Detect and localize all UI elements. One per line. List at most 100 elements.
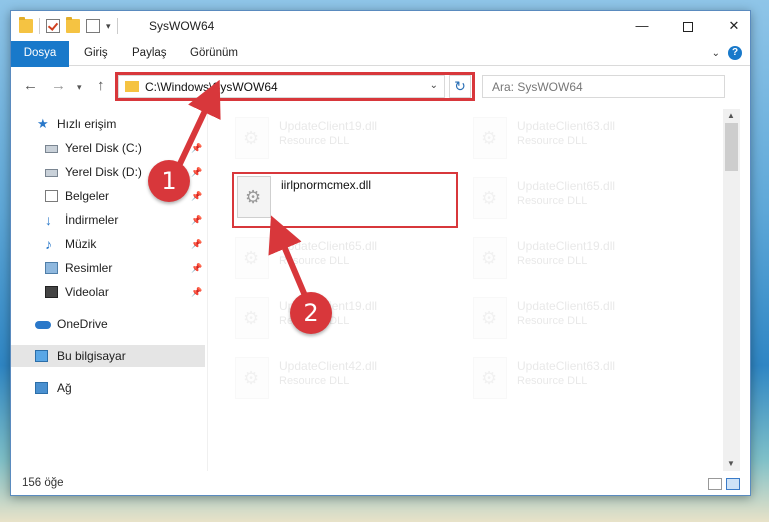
file-name: UpdateClient63.dll (517, 119, 616, 133)
sidebar-item-label: Ağ (57, 381, 72, 395)
dll-file-icon (473, 237, 507, 279)
download-icon: ↓ (45, 212, 52, 228)
expand-ribbon-icon[interactable]: ⌄ (712, 48, 720, 59)
maximize-icon (683, 21, 693, 32)
maximize-button[interactable] (665, 11, 711, 41)
tab-view[interactable]: Görünüm (177, 41, 251, 66)
ribbon-tabs: Dosya Giriş Paylaş Görünüm ⌄ ? (11, 41, 750, 91)
pin-icon[interactable]: 📌 (191, 185, 202, 207)
toolbar-separator (116, 18, 118, 34)
vertical-scrollbar[interactable]: ▲ ▼ (723, 109, 740, 471)
file-description: Resource DLL (279, 135, 350, 147)
scroll-down-icon[interactable]: ▼ (727, 459, 735, 468)
sidebar-item-label: Yerel Disk (D:) (65, 165, 142, 179)
document-icon (45, 190, 58, 202)
scroll-up-icon[interactable]: ▲ (727, 111, 735, 120)
file-item[interactable]: UpdateClient19.dll Resource DLL (469, 235, 669, 285)
file-name: UpdateClient19.dll (517, 239, 616, 253)
quick-access-toolbar: ▾ (19, 17, 118, 34)
file-item[interactable]: UpdateClient63.dll Resource DLL (469, 115, 669, 165)
sidebar-item-music[interactable]: ♪ Müzik 📌 (11, 233, 205, 255)
file-description: Resource DLL (279, 375, 350, 387)
pin-icon[interactable]: 📌 (191, 209, 202, 231)
computer-icon (35, 350, 48, 362)
file-description: Resource DLL (517, 195, 588, 207)
pin-icon[interactable]: 📌 (191, 233, 202, 255)
scrollbar-thumb[interactable] (725, 123, 738, 171)
sidebar-item-onedrive[interactable]: OneDrive (11, 313, 205, 335)
file-description: Resource DLL (517, 375, 588, 387)
forward-button[interactable]: → (51, 77, 66, 94)
folder-icon[interactable] (19, 17, 33, 33)
sidebar-item-label: Yerel Disk (C:) (65, 141, 142, 155)
large-icons-view-icon[interactable] (726, 478, 740, 490)
star-icon: ★ (37, 116, 49, 131)
step-2-badge: 2 (290, 292, 332, 334)
toolbar-separator (39, 18, 40, 34)
sidebar-item-disk-c[interactable]: Yerel Disk (C:) 📌 (11, 137, 205, 159)
dll-file-icon (473, 117, 507, 159)
title-bar: ▾ SysWOW64 — ✕ (11, 11, 750, 41)
file-name: UpdateClient65.dll (517, 179, 616, 193)
window-title: SysWOW64 (149, 19, 215, 33)
sidebar-item-label: İndirmeler (65, 213, 119, 227)
pin-icon[interactable]: 📌 (191, 137, 202, 159)
file-item[interactable]: UpdateClient63.dll Resource DLL (469, 355, 669, 405)
file-name: UpdateClient65.dll (279, 239, 378, 253)
sidebar-item-label: Videolar (65, 285, 109, 299)
sidebar-item-network[interactable]: Ağ (11, 377, 205, 399)
file-name: UpdateClient42.dll (279, 359, 378, 373)
sidebar-item-label: Müzik (65, 237, 97, 251)
dll-file-icon (235, 117, 269, 159)
file-item[interactable]: UpdateClient65.dll Resource DLL (469, 175, 669, 225)
search-input[interactable]: Ara: SysWOW64 (482, 75, 725, 98)
sidebar-item-this-pc[interactable]: Bu bilgisayar (11, 345, 205, 367)
sidebar-item-label: OneDrive (57, 317, 108, 331)
details-view-icon[interactable] (708, 478, 722, 490)
help-icon[interactable]: ? (728, 46, 742, 60)
up-button[interactable]: ↑ (97, 77, 105, 94)
properties-icon[interactable] (86, 19, 100, 33)
address-highlight-box (115, 72, 475, 101)
recent-locations-dropdown[interactable]: ▾ (77, 82, 82, 93)
properties-check-icon[interactable] (46, 19, 60, 33)
pin-icon[interactable]: 📌 (191, 257, 202, 279)
minimize-button[interactable]: — (619, 11, 665, 41)
customize-toolbar-icon[interactable]: ▾ (106, 21, 111, 32)
sidebar-item-label: Bu bilgisayar (57, 349, 126, 363)
file-item[interactable]: UpdateClient42.dll Resource DLL (231, 355, 431, 405)
dll-file-icon (235, 237, 269, 279)
explorer-window: ▾ SysWOW64 — ✕ Dosya Giriş Paylaş Görünü… (10, 10, 751, 496)
tab-share[interactable]: Paylaş (119, 41, 180, 66)
status-bar: 156 öğe (11, 473, 750, 495)
file-item[interactable]: UpdateClient19.dll Resource DLL (231, 115, 431, 165)
step-1-badge: 1 (148, 160, 190, 202)
dll-file-icon (235, 297, 269, 339)
sidebar-item-quick-access[interactable]: ★ Hızlı erişim (11, 113, 205, 135)
file-description: Resource DLL (517, 315, 588, 327)
file-name: UpdateClient19.dll (279, 119, 378, 133)
sidebar-item-videos[interactable]: Videolar 📌 (11, 281, 205, 303)
sidebar-item-label: Hızlı erişim (57, 117, 117, 131)
sidebar-item-pictures[interactable]: Resimler 📌 (11, 257, 205, 279)
new-folder-icon[interactable] (66, 17, 80, 33)
file-item[interactable]: UpdateClient65.dll Resource DLL (231, 235, 431, 285)
pane-divider[interactable] (207, 109, 208, 471)
file-name: UpdateClient65.dll (517, 299, 616, 313)
music-icon: ♪ (45, 236, 52, 252)
back-button[interactable]: ← (23, 77, 38, 94)
file-item[interactable]: UpdateClient65.dll Resource DLL (469, 295, 669, 345)
cloud-icon (35, 321, 51, 329)
file-item[interactable]: UpdateClient19.dll Resource DLL (231, 295, 431, 345)
file-description: Resource DLL (517, 255, 588, 267)
close-button[interactable]: ✕ (711, 11, 757, 41)
sidebar-item-label: Resimler (65, 261, 113, 275)
pin-icon[interactable]: 📌 (191, 161, 202, 183)
sidebar-item-downloads[interactable]: ↓ İndirmeler 📌 (11, 209, 205, 231)
dll-file-icon (473, 177, 507, 219)
pin-icon[interactable]: 📌 (191, 281, 202, 303)
dll-file-icon (473, 357, 507, 399)
tab-home[interactable]: Giriş (71, 41, 121, 66)
file-description: Resource DLL (279, 255, 350, 267)
drive-icon (45, 145, 58, 153)
